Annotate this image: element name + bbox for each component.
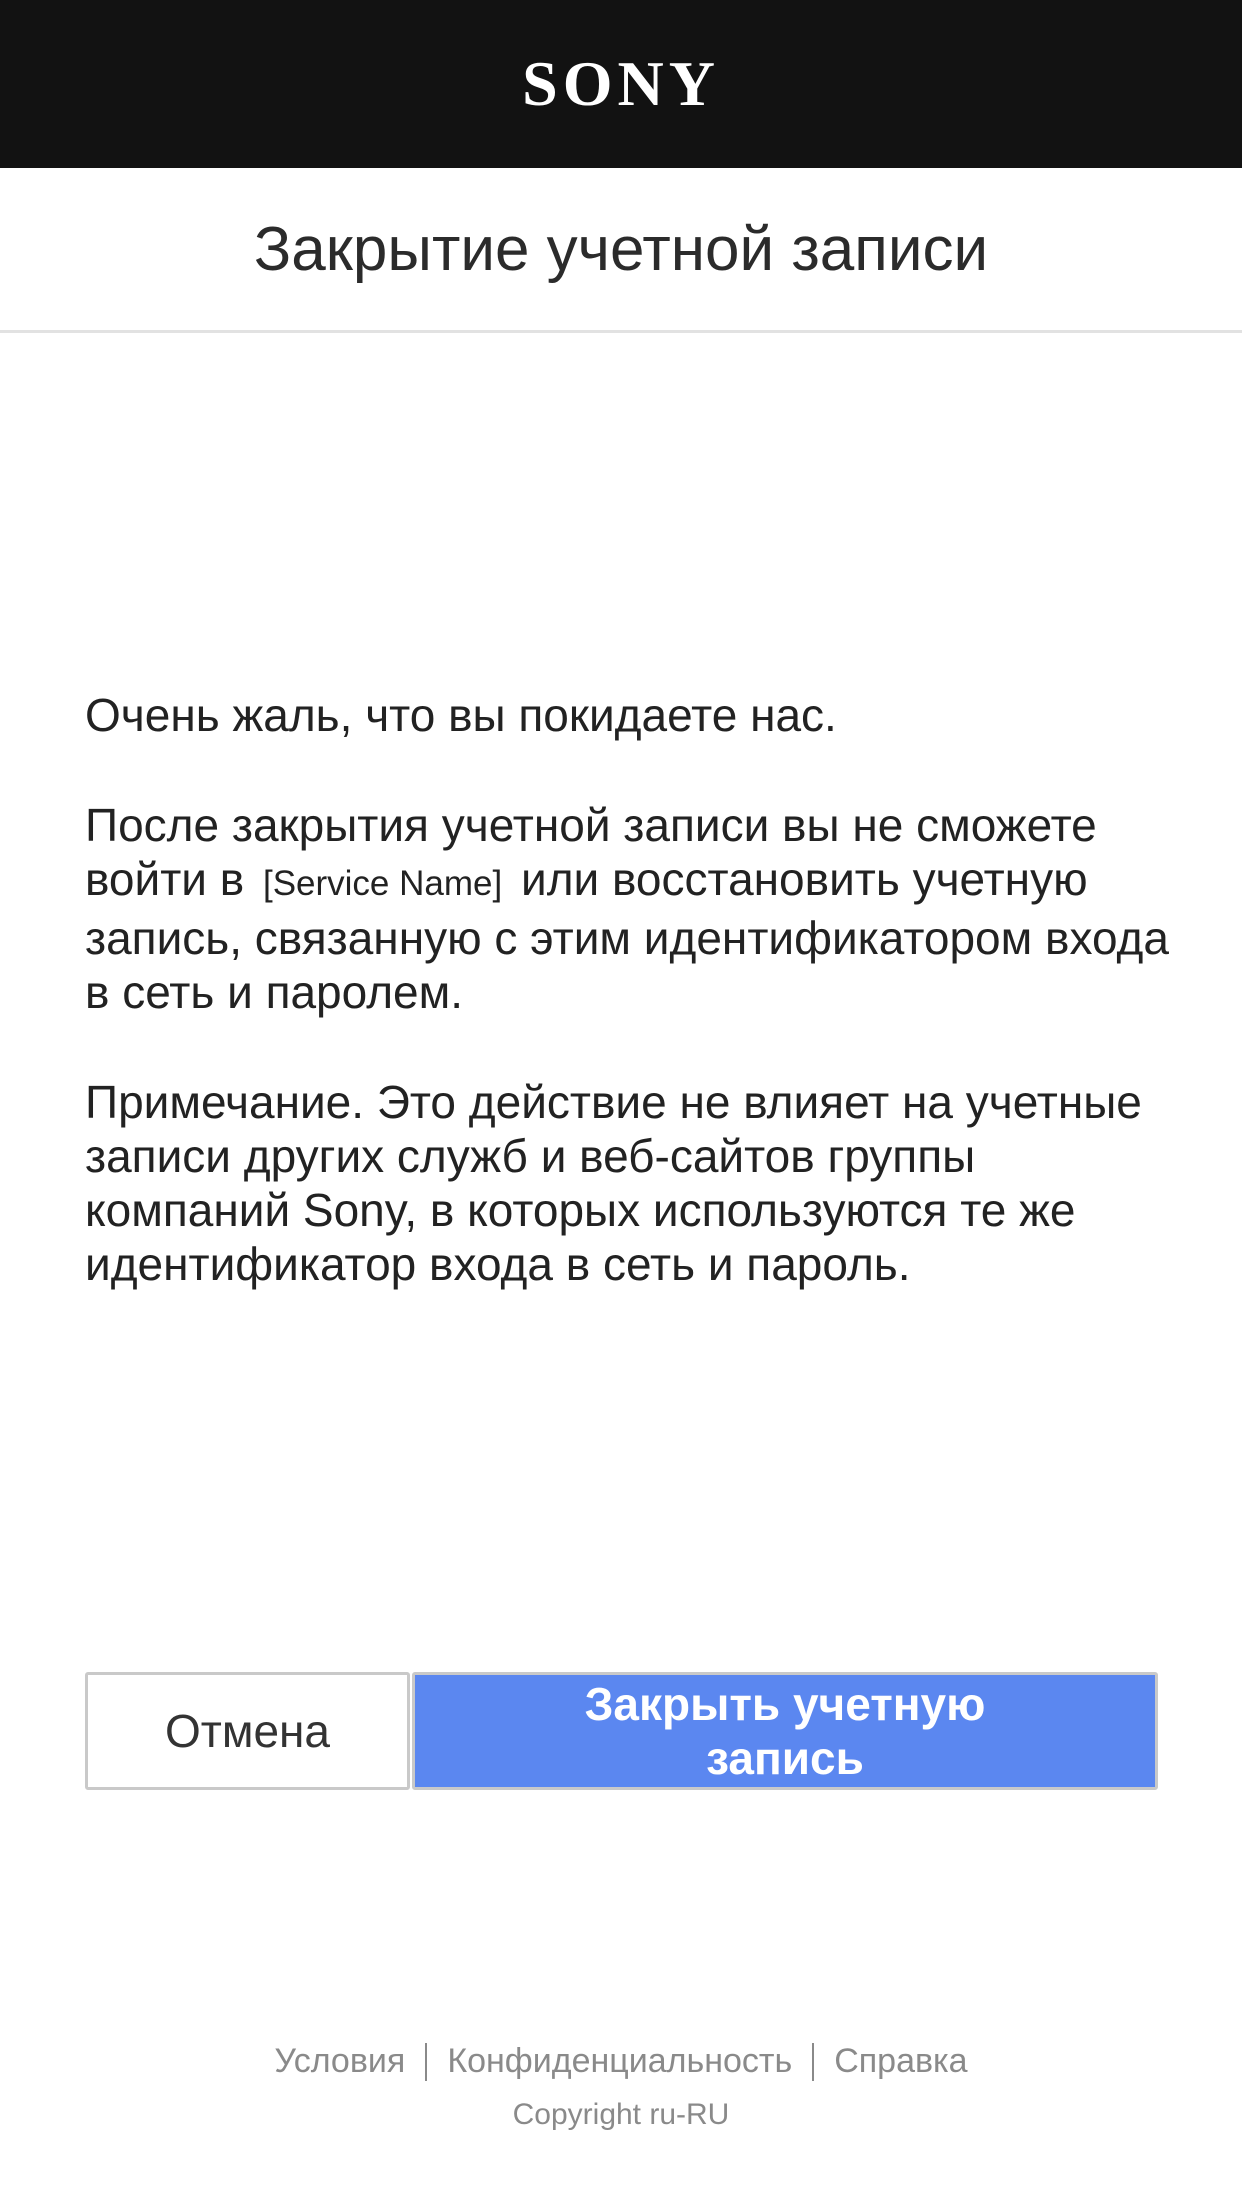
title-bar: Закрытие учетной записи: [0, 168, 1242, 333]
footer-divider: [812, 2042, 815, 2081]
info-message: После закрытия учетной записи вы не смож…: [85, 798, 1175, 1019]
info-message-suffix: или восстановить учетную запись, связанн…: [85, 853, 1169, 1018]
header-bar: SONY: [0, 0, 1242, 168]
footer-divider: [425, 2042, 428, 2081]
close-account-button[interactable]: Закрыть учетную запись: [412, 1672, 1158, 1790]
cancel-button[interactable]: Отмена: [85, 1672, 410, 1790]
footer-link-help[interactable]: Справка: [834, 2042, 967, 2081]
message-content: Очень жаль, что вы покидаете нас. После …: [85, 688, 1175, 1347]
footer-link-privacy[interactable]: Конфиденциальность: [447, 2042, 792, 2081]
sorry-message: Очень жаль, что вы покидаете нас.: [85, 689, 837, 741]
page: SONY Закрытие учетной записи Очень жаль,…: [0, 0, 1242, 2208]
footer-links: Условия Конфиденциальность Справка: [0, 2042, 1242, 2081]
action-buttons: Отмена Закрыть учетную запись: [85, 1672, 1158, 1790]
page-title: Закрытие учетной записи: [253, 214, 989, 284]
footer-link-terms[interactable]: Условия: [274, 2042, 405, 2081]
note-message: Примечание. Это действие не влияет на уч…: [85, 1076, 1142, 1290]
sony-logo: SONY: [522, 48, 720, 119]
cancel-button-label: Отмена: [164, 1705, 331, 1757]
close-account-button-label: Закрыть учетную запись: [584, 1678, 986, 1784]
copyright-text: Copyright ru-RU: [512, 2098, 730, 2131]
service-name: [Service Name]: [262, 864, 503, 903]
